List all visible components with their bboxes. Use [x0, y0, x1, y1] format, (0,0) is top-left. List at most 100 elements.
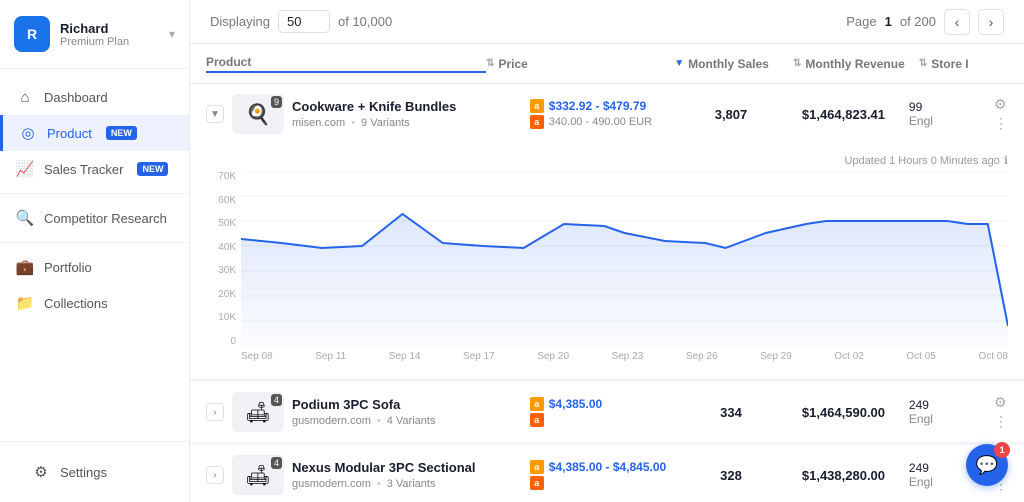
- main-content: Displaying 50100200 of 10,000 Page 1 of …: [190, 0, 1024, 502]
- th-product-label: Product: [206, 55, 251, 69]
- sidebar-item-portfolio[interactable]: 💼 Portfolio: [0, 249, 189, 285]
- store-count-value: 249: [909, 398, 982, 412]
- y-label: 30K: [206, 265, 236, 276]
- alibaba-icon: a: [530, 413, 544, 427]
- sort-active-icon: ▼: [674, 58, 684, 69]
- product-variants: 9 Variants: [361, 117, 410, 129]
- monthly-revenue: $1,464,823.41: [786, 107, 901, 122]
- product-thumbnail: 9 🍳: [232, 94, 284, 134]
- sidebar-item-competitor-research[interactable]: 🔍 Competitor Research: [0, 200, 189, 236]
- price-range: $4,385.00: [549, 397, 602, 411]
- price-column: a $4,385.00 - $4,845.00 a: [530, 460, 676, 490]
- product-meta: gusmodern.com • 4 Variants: [292, 415, 522, 427]
- sidebar-item-product-database[interactable]: ◎ Product NEW: [0, 115, 189, 151]
- price-row-amazon: a $4,385.00 - $4,845.00: [530, 460, 676, 474]
- product-meta: misen.com • 9 Variants: [292, 117, 522, 129]
- store-count: 249 Engl: [909, 398, 982, 426]
- row-expand-button[interactable]: ›: [206, 466, 224, 484]
- avatar: R: [14, 16, 50, 52]
- alibaba-icon: a: [530, 115, 544, 129]
- price-platforms: a $4,385.00 - $4,845.00 a: [530, 460, 676, 490]
- nav-divider: [0, 242, 189, 243]
- chat-icon: 💬: [976, 455, 998, 476]
- new-badge: NEW: [106, 126, 137, 140]
- sidebar-item-settings[interactable]: ⚙ Settings: [16, 454, 173, 490]
- sidebar-chevron-icon[interactable]: ▾: [169, 27, 175, 41]
- store-region: Engl: [909, 412, 982, 426]
- table-row: ▼ 9 🍳 Cookware + Knife Bundles misen.com…: [190, 84, 1024, 380]
- product-image: 🍳: [246, 102, 271, 127]
- product-row-main: ▼ 9 🍳 Cookware + Knife Bundles misen.com…: [190, 84, 1024, 144]
- sales-tracker-icon: 📈: [16, 160, 34, 178]
- settings-row-icon[interactable]: ⚙: [994, 96, 1008, 113]
- dashboard-icon: ⌂: [16, 88, 34, 106]
- price-row-alibaba: a: [530, 413, 676, 427]
- th-monthly-revenue[interactable]: ⇅ Monthly Revenue: [779, 57, 919, 71]
- x-label: Sep 11: [315, 351, 346, 371]
- nav-divider: [0, 193, 189, 194]
- th-monthly-revenue-label: Monthly Revenue: [805, 57, 904, 71]
- info-icon: ℹ: [1004, 154, 1008, 167]
- amazon-icon: a: [530, 99, 544, 113]
- sidebar-item-dashboard[interactable]: ⌂ Dashboard: [0, 79, 189, 115]
- amazon-icon: a: [530, 460, 544, 474]
- product-image: 🛋: [245, 400, 270, 425]
- chat-badge: 1: [994, 442, 1010, 458]
- chat-button[interactable]: 💬 1: [966, 444, 1008, 486]
- displaying-label: Displaying: [210, 14, 270, 29]
- page-next-button[interactable]: ›: [978, 9, 1004, 35]
- y-label: 10K: [206, 312, 236, 323]
- page-label: Page: [846, 14, 876, 29]
- th-price[interactable]: ⇅ Price: [486, 57, 664, 71]
- meta-dot: •: [377, 478, 381, 490]
- sort-icon: ⇅: [793, 58, 801, 69]
- price-row-alibaba: a: [530, 476, 676, 490]
- price-row-eur: a 340.00 - 490.00 EUR: [530, 115, 676, 129]
- settings-row-icon[interactable]: ⚙: [994, 394, 1008, 411]
- sidebar-item-label: Product: [47, 126, 92, 141]
- monthly-sales: 3,807: [684, 107, 778, 122]
- row-expand-button[interactable]: ▼: [206, 105, 224, 123]
- x-label: Sep 20: [537, 351, 569, 371]
- chart-updated: Updated 1 Hours 0 Minutes ago ℹ: [206, 154, 1008, 167]
- sidebar-item-label: Settings: [60, 465, 107, 480]
- page-prev-button[interactable]: ‹: [944, 9, 970, 35]
- count-select[interactable]: 50100200: [278, 10, 330, 33]
- chart-x-labels: Sep 08 Sep 11 Sep 14 Sep 17 Sep 20 Sep 2…: [241, 351, 1008, 371]
- monthly-sales: 328: [684, 468, 778, 483]
- page-number: 1: [885, 14, 892, 29]
- product-name: Cookware + Knife Bundles: [292, 99, 522, 114]
- price-range: $4,385.00 - $4,845.00: [549, 460, 666, 474]
- table-row: › 4 🛋 Nexus Modular 3PC Sectional gusmod…: [190, 445, 1024, 502]
- sidebar-item-label: Portfolio: [44, 260, 92, 275]
- sidebar-item-sales-tracker[interactable]: 📈 Sales Tracker NEW: [0, 151, 189, 187]
- sidebar-item-label: Dashboard: [44, 90, 108, 105]
- product-name: Podium 3PC Sofa: [292, 397, 522, 412]
- product-meta: gusmodern.com • 3 Variants: [292, 478, 522, 490]
- chart-section: Updated 1 Hours 0 Minutes ago ℹ 70K 60K …: [190, 144, 1024, 377]
- sidebar-item-collections[interactable]: 📁 Collections: [0, 285, 189, 321]
- product-info: Podium 3PC Sofa gusmodern.com • 4 Varian…: [292, 397, 522, 427]
- row-expand-button[interactable]: ›: [206, 403, 224, 421]
- monthly-sales: 334: [684, 405, 778, 420]
- sort-icon: ⇅: [486, 58, 494, 69]
- th-monthly-sales[interactable]: ▼ Monthly Sales: [664, 57, 779, 71]
- product-variants: 4 Variants: [387, 415, 436, 427]
- th-store[interactable]: ⇅ Store I: [919, 57, 1008, 71]
- price-platforms: a $332.92 - $479.79 a 340.00 - 490.00 EU…: [530, 99, 676, 129]
- more-options-icon[interactable]: ⋮: [994, 413, 1008, 430]
- user-plan: Premium Plan: [60, 36, 159, 48]
- chart-area: [241, 171, 1008, 347]
- th-monthly-sales-label: Monthly Sales: [688, 57, 769, 71]
- y-label: 0: [206, 336, 236, 347]
- user-info: Richard Premium Plan: [60, 21, 159, 48]
- product-database-icon: ◎: [19, 124, 37, 142]
- variant-badge: 4: [271, 394, 282, 406]
- variant-badge: 4: [271, 457, 282, 469]
- more-options-icon[interactable]: ⋮: [994, 115, 1008, 132]
- topbar-right: Page 1 of 200 ‹ ›: [846, 9, 1004, 35]
- variant-badge: 9: [271, 96, 282, 108]
- price-platforms: a $4,385.00 a: [530, 397, 676, 427]
- product-image: 🛋: [245, 463, 270, 488]
- topbar: Displaying 50100200 of 10,000 Page 1 of …: [190, 0, 1024, 44]
